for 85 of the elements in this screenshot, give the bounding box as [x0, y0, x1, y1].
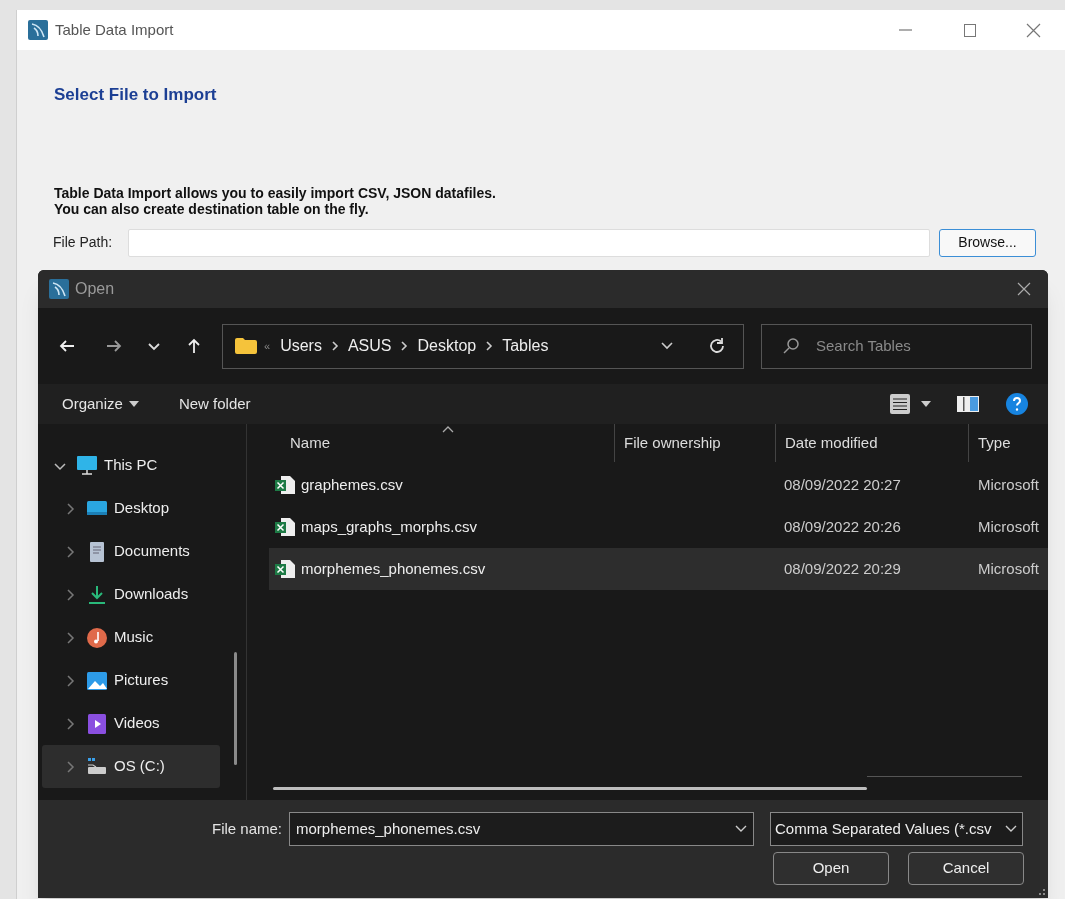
field-label: File name:: [212, 818, 283, 839]
file-name-field[interactable]: morphemes_phonemes.csv: [289, 812, 755, 846]
file-row[interactable]: maps_graphs_morphs.csv 08/09/2022 20:26 Microsoft: [269, 506, 1048, 548]
chevron-down-icon: [735, 825, 748, 833]
table-cell-text: 08/09/2022 20:29: [784, 558, 902, 579]
file-row[interactable]: graphemes.csv 08/09/2022 20:27 Microsoft: [269, 464, 1048, 506]
tree-item[interactable]: Documents: [42, 530, 220, 573]
search-field[interactable]: Search Tables: [761, 323, 1032, 369]
breadcrumb-item[interactable]: ASUS: [347, 334, 392, 358]
organize-menu[interactable]: Organize: [62, 392, 139, 416]
address-bar[interactable]: « Users ASUS Desktop Tables: [222, 323, 744, 369]
tree-item[interactable]: Videos: [42, 702, 220, 745]
open-button[interactable]: Open: [773, 852, 889, 885]
new-folder-button[interactable]: New folder: [178, 392, 251, 416]
view-menu[interactable]: [889, 393, 931, 415]
chevron-right-icon: [400, 341, 409, 351]
spreadsheet-file-icon: [274, 559, 296, 579]
table-cell-text: maps_graphs_morphs.csv: [301, 516, 477, 537]
close-icon: [1024, 22, 1042, 38]
resize-grip-icon: [1036, 886, 1046, 896]
file-type-dropdown[interactable]: Comma Separated Values (*.csv: [770, 812, 1024, 846]
help-button[interactable]: [1005, 392, 1029, 416]
chevron-right-icon: [330, 341, 339, 351]
heading: Select File to Import: [54, 84, 218, 106]
chevron-right-icon: [64, 717, 76, 730]
dropdown-arrow-icon: [128, 401, 139, 407]
description-text: Table Data Import allows you to easily import CSV, JSON datafiles.: [54, 184, 497, 201]
column-header[interactable]: File ownership: [614, 424, 775, 462]
description-text: You can also create destination table on the fly.: [54, 200, 369, 217]
chevron-right-icon: [64, 674, 76, 687]
breadcrumb-item[interactable]: Tables: [502, 334, 549, 358]
table-cell-text: graphemes.csv: [301, 474, 403, 495]
chevron-right-icon: [485, 341, 494, 351]
preview-pane-icon: [957, 396, 979, 412]
chevron-down-icon: [660, 341, 674, 351]
field-label: File Path:: [53, 233, 114, 252]
music-note-icon: [86, 626, 108, 649]
help-icon: [1005, 392, 1029, 416]
file-row[interactable]: morphemes_phonemes.csv 08/09/2022 20:29 Microsoft: [269, 548, 1048, 590]
cancel-button[interactable]: Cancel: [908, 852, 1024, 885]
spreadsheet-file-icon: [274, 517, 296, 537]
dialog-title: Open: [75, 279, 115, 299]
breadcrumb-item[interactable]: Users: [280, 334, 322, 358]
computer-icon: [76, 454, 98, 477]
browse-button[interactable]: Browse...: [939, 228, 1036, 257]
column-header[interactable]: Type: [968, 424, 1048, 462]
spreadsheet-file-icon: [274, 475, 296, 495]
search-placeholder: Search Tables: [816, 335, 911, 356]
chevron-right-icon: [64, 588, 76, 601]
window-title: Table Data Import: [55, 19, 174, 40]
app-icon: [49, 279, 69, 299]
chevron-down-icon: [1005, 825, 1018, 833]
list-view-icon: [889, 393, 911, 415]
column-header[interactable]: Date modified: [775, 424, 968, 462]
tree-item[interactable]: Desktop: [42, 487, 220, 530]
chevron-right-icon: [64, 545, 76, 558]
app-icon: [28, 20, 48, 40]
tree-item[interactable]: Pictures: [42, 659, 220, 702]
tree-item[interactable]: OS (C:): [42, 745, 220, 788]
download-icon: [86, 583, 108, 606]
tree-item[interactable]: Downloads: [42, 573, 220, 616]
minimize-icon: [898, 29, 912, 31]
table-cell-text: Microsoft: [978, 558, 1039, 579]
refresh-icon: [708, 337, 726, 355]
table-cell-text: Microsoft: [978, 474, 1039, 495]
overflow-chevrons: «: [264, 338, 271, 354]
breadcrumb-item[interactable]: Desktop: [417, 334, 477, 358]
picture-icon: [86, 669, 108, 692]
table-cell-text: Microsoft: [978, 516, 1039, 537]
column-header[interactable]: Name: [247, 424, 614, 462]
chevron-right-icon: [64, 502, 76, 515]
chevron-right-icon: [64, 760, 76, 773]
tree-item[interactable]: Music: [42, 616, 220, 659]
tree-item[interactable]: This PC: [42, 444, 220, 487]
table-cell-text: 08/09/2022 20:26: [784, 516, 902, 537]
preview-pane-button[interactable]: [957, 396, 979, 412]
chevron-right-icon: [64, 631, 76, 644]
file-path-field[interactable]: [128, 228, 930, 257]
table-cell-text: morphemes_phonemes.csv: [301, 558, 486, 579]
table-cell-text: 08/09/2022 20:27: [784, 474, 902, 495]
dropdown-arrow-icon: [921, 401, 931, 407]
close-icon: [1017, 282, 1031, 296]
folder-icon: [234, 337, 258, 355]
video-icon: [86, 712, 108, 735]
search-icon: [782, 337, 800, 355]
